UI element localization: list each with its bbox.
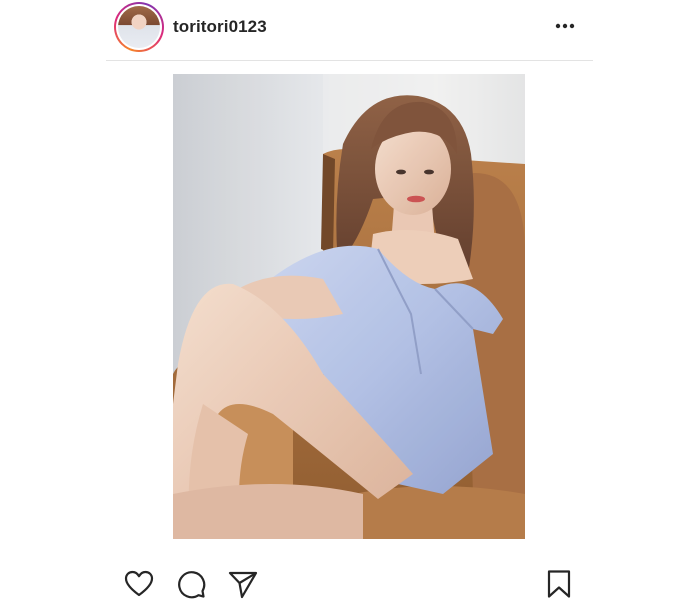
- header-divider: [106, 60, 593, 61]
- paper-plane-icon[interactable]: [227, 568, 259, 600]
- post-actions-bar: [0, 560, 700, 600]
- more-options-icon[interactable]: [554, 18, 576, 34]
- avatar-border: [116, 4, 162, 50]
- post-photo[interactable]: [173, 74, 525, 539]
- bookmark-icon[interactable]: [543, 568, 575, 600]
- heart-icon[interactable]: [123, 568, 155, 600]
- avatar[interactable]: [114, 2, 164, 52]
- username-link[interactable]: toritori0123: [173, 17, 267, 37]
- post-header: toritori0123: [0, 0, 700, 60]
- comment-icon[interactable]: [175, 568, 207, 600]
- avatar-image: [118, 6, 160, 48]
